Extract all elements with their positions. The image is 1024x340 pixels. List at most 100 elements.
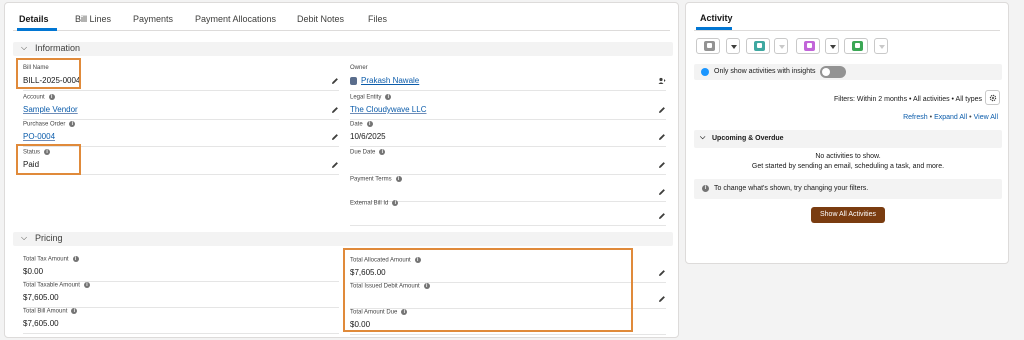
filter-settings-button[interactable]: [985, 90, 1000, 105]
change-owner-icon[interactable]: [658, 77, 666, 85]
section-information-header[interactable]: ⌵ Information: [13, 42, 673, 56]
chevron-down-icon: ⌵: [700, 134, 706, 141]
tab-payments[interactable]: Payments: [133, 14, 173, 24]
edit-pencil-icon[interactable]: [658, 161, 666, 169]
tab-files[interactable]: Files: [368, 14, 387, 24]
divider: [23, 333, 339, 334]
info-icon[interactable]: i: [392, 200, 399, 206]
field-label: Owner: [350, 65, 368, 71]
insights-filter-bar: Only show activities with insights: [694, 64, 1002, 80]
field-total-amount-due: Total Amount Due i $0.00: [350, 309, 666, 335]
show-all-activities-button[interactable]: Show All Activities: [811, 207, 885, 223]
edit-pencil-icon[interactable]: [658, 212, 666, 220]
event-dropdown[interactable]: [825, 38, 839, 54]
expand-all-link[interactable]: Expand All: [934, 114, 967, 121]
info-icon[interactable]: i: [48, 94, 55, 100]
edit-pencil-icon[interactable]: [331, 106, 339, 114]
get-started-text: Get started by sending an email, schedul…: [751, 163, 945, 170]
insights-label: Only show activities with insights: [714, 68, 816, 75]
divider: [350, 225, 666, 226]
divider: [23, 119, 339, 120]
gear-icon: [989, 94, 997, 102]
tab-details[interactable]: Details: [19, 14, 49, 24]
info-icon[interactable]: i: [44, 149, 51, 155]
activity-title: Activity: [700, 13, 733, 23]
edit-pencil-icon[interactable]: [658, 269, 666, 277]
edit-pencil-icon[interactable]: [658, 188, 666, 196]
field-value: Paid: [23, 160, 40, 169]
owner-link[interactable]: Prakash Nawale: [361, 76, 419, 85]
new-event-button[interactable]: [796, 38, 820, 54]
info-icon[interactable]: i: [414, 257, 421, 263]
field-value: $7,605.00: [23, 319, 59, 328]
divider: [350, 90, 666, 91]
field-value: 10/6/2025: [350, 132, 386, 141]
account-link[interactable]: Sample Vendor: [23, 105, 78, 114]
divider: [350, 146, 666, 147]
field-value: $7,605.00: [350, 268, 386, 277]
divider: [23, 146, 339, 147]
field-total-bill-amount: Total Bill Amount i $7,605.00: [23, 308, 339, 334]
record-details-panel: Details Bill Lines Payments Payment Allo…: [4, 2, 679, 338]
chevron-down-icon: ⌵: [21, 43, 28, 52]
edit-pencil-icon[interactable]: [658, 133, 666, 141]
edit-pencil-icon[interactable]: [331, 161, 339, 169]
log-call-button[interactable]: [746, 38, 770, 54]
edit-pencil-icon[interactable]: [331, 133, 339, 141]
section-title: Information: [35, 43, 81, 53]
divider: [350, 174, 666, 175]
field-purchase-order: Purchase Order i PO-0004: [23, 121, 339, 147]
log-call-icon: [754, 41, 765, 51]
divider: [23, 174, 339, 175]
info-icon[interactable]: i: [423, 283, 430, 289]
field-date: Date i 10/6/2025: [350, 121, 666, 147]
info-icon[interactable]: i: [366, 121, 373, 127]
event-icon: [804, 41, 815, 51]
info-icon[interactable]: i: [401, 309, 408, 315]
change-filters-text: To change what's shown, try changing you…: [714, 185, 869, 192]
field-label: Total Taxable Amount i: [23, 282, 90, 289]
edit-pencil-icon[interactable]: [331, 77, 339, 85]
insights-icon: [701, 68, 709, 76]
tab-bill-lines[interactable]: Bill Lines: [75, 14, 111, 24]
task-icon: [852, 41, 863, 51]
field-label: External Bill Id i: [350, 200, 399, 207]
field-label: Total Issued Debit Amount i: [350, 283, 430, 290]
info-icon[interactable]: i: [83, 282, 90, 288]
field-status: Status i Paid: [23, 149, 339, 175]
email-dropdown[interactable]: [726, 38, 740, 54]
edit-pencil-icon[interactable]: [658, 106, 666, 114]
active-tab-indicator: [17, 28, 57, 31]
edit-pencil-icon[interactable]: [658, 295, 666, 303]
legal-entity-link[interactable]: The Cloudywave LLC: [350, 105, 426, 114]
info-icon[interactable]: i: [385, 94, 392, 100]
tab-debit-notes[interactable]: Debit Notes: [297, 14, 344, 24]
view-all-link[interactable]: View All: [974, 114, 998, 121]
upcoming-label: Upcoming & Overdue: [712, 135, 784, 142]
field-total-taxable-amount: Total Taxable Amount i $7,605.00: [23, 282, 339, 308]
info-icon[interactable]: i: [72, 256, 79, 262]
new-email-button[interactable]: [696, 38, 720, 54]
purchase-order-link[interactable]: PO-0004: [23, 132, 55, 141]
info-icon[interactable]: i: [379, 149, 386, 155]
chevron-down-icon: ⌵: [21, 233, 28, 242]
change-filters-message: i To change what's shown, try changing y…: [694, 179, 1002, 199]
upcoming-overdue-header[interactable]: ⌵ Upcoming & Overdue: [694, 130, 1002, 148]
tab-payment-allocations[interactable]: Payment Allocations: [195, 14, 276, 24]
info-icon: i: [702, 185, 709, 192]
owner-value: Prakash Nawale: [350, 76, 419, 85]
info-icon[interactable]: i: [71, 308, 78, 314]
field-label: Total Allocated Amount i: [350, 257, 421, 264]
info-icon[interactable]: i: [395, 176, 402, 182]
activity-links: Refresh • Expand All • View All: [903, 114, 998, 121]
new-task-button[interactable]: [844, 38, 868, 54]
refresh-link[interactable]: Refresh: [903, 114, 928, 121]
field-label: Total Bill Amount i: [23, 308, 78, 315]
insights-toggle[interactable]: [820, 66, 846, 78]
field-label: Bill Name: [23, 65, 49, 71]
field-total-issued-debit-amount: Total Issued Debit Amount i: [350, 283, 666, 309]
info-icon[interactable]: i: [69, 121, 76, 127]
field-label: Total Amount Due i: [350, 309, 408, 316]
section-pricing-header[interactable]: ⌵ Pricing: [13, 232, 673, 246]
field-value: $7,605.00: [23, 293, 59, 302]
